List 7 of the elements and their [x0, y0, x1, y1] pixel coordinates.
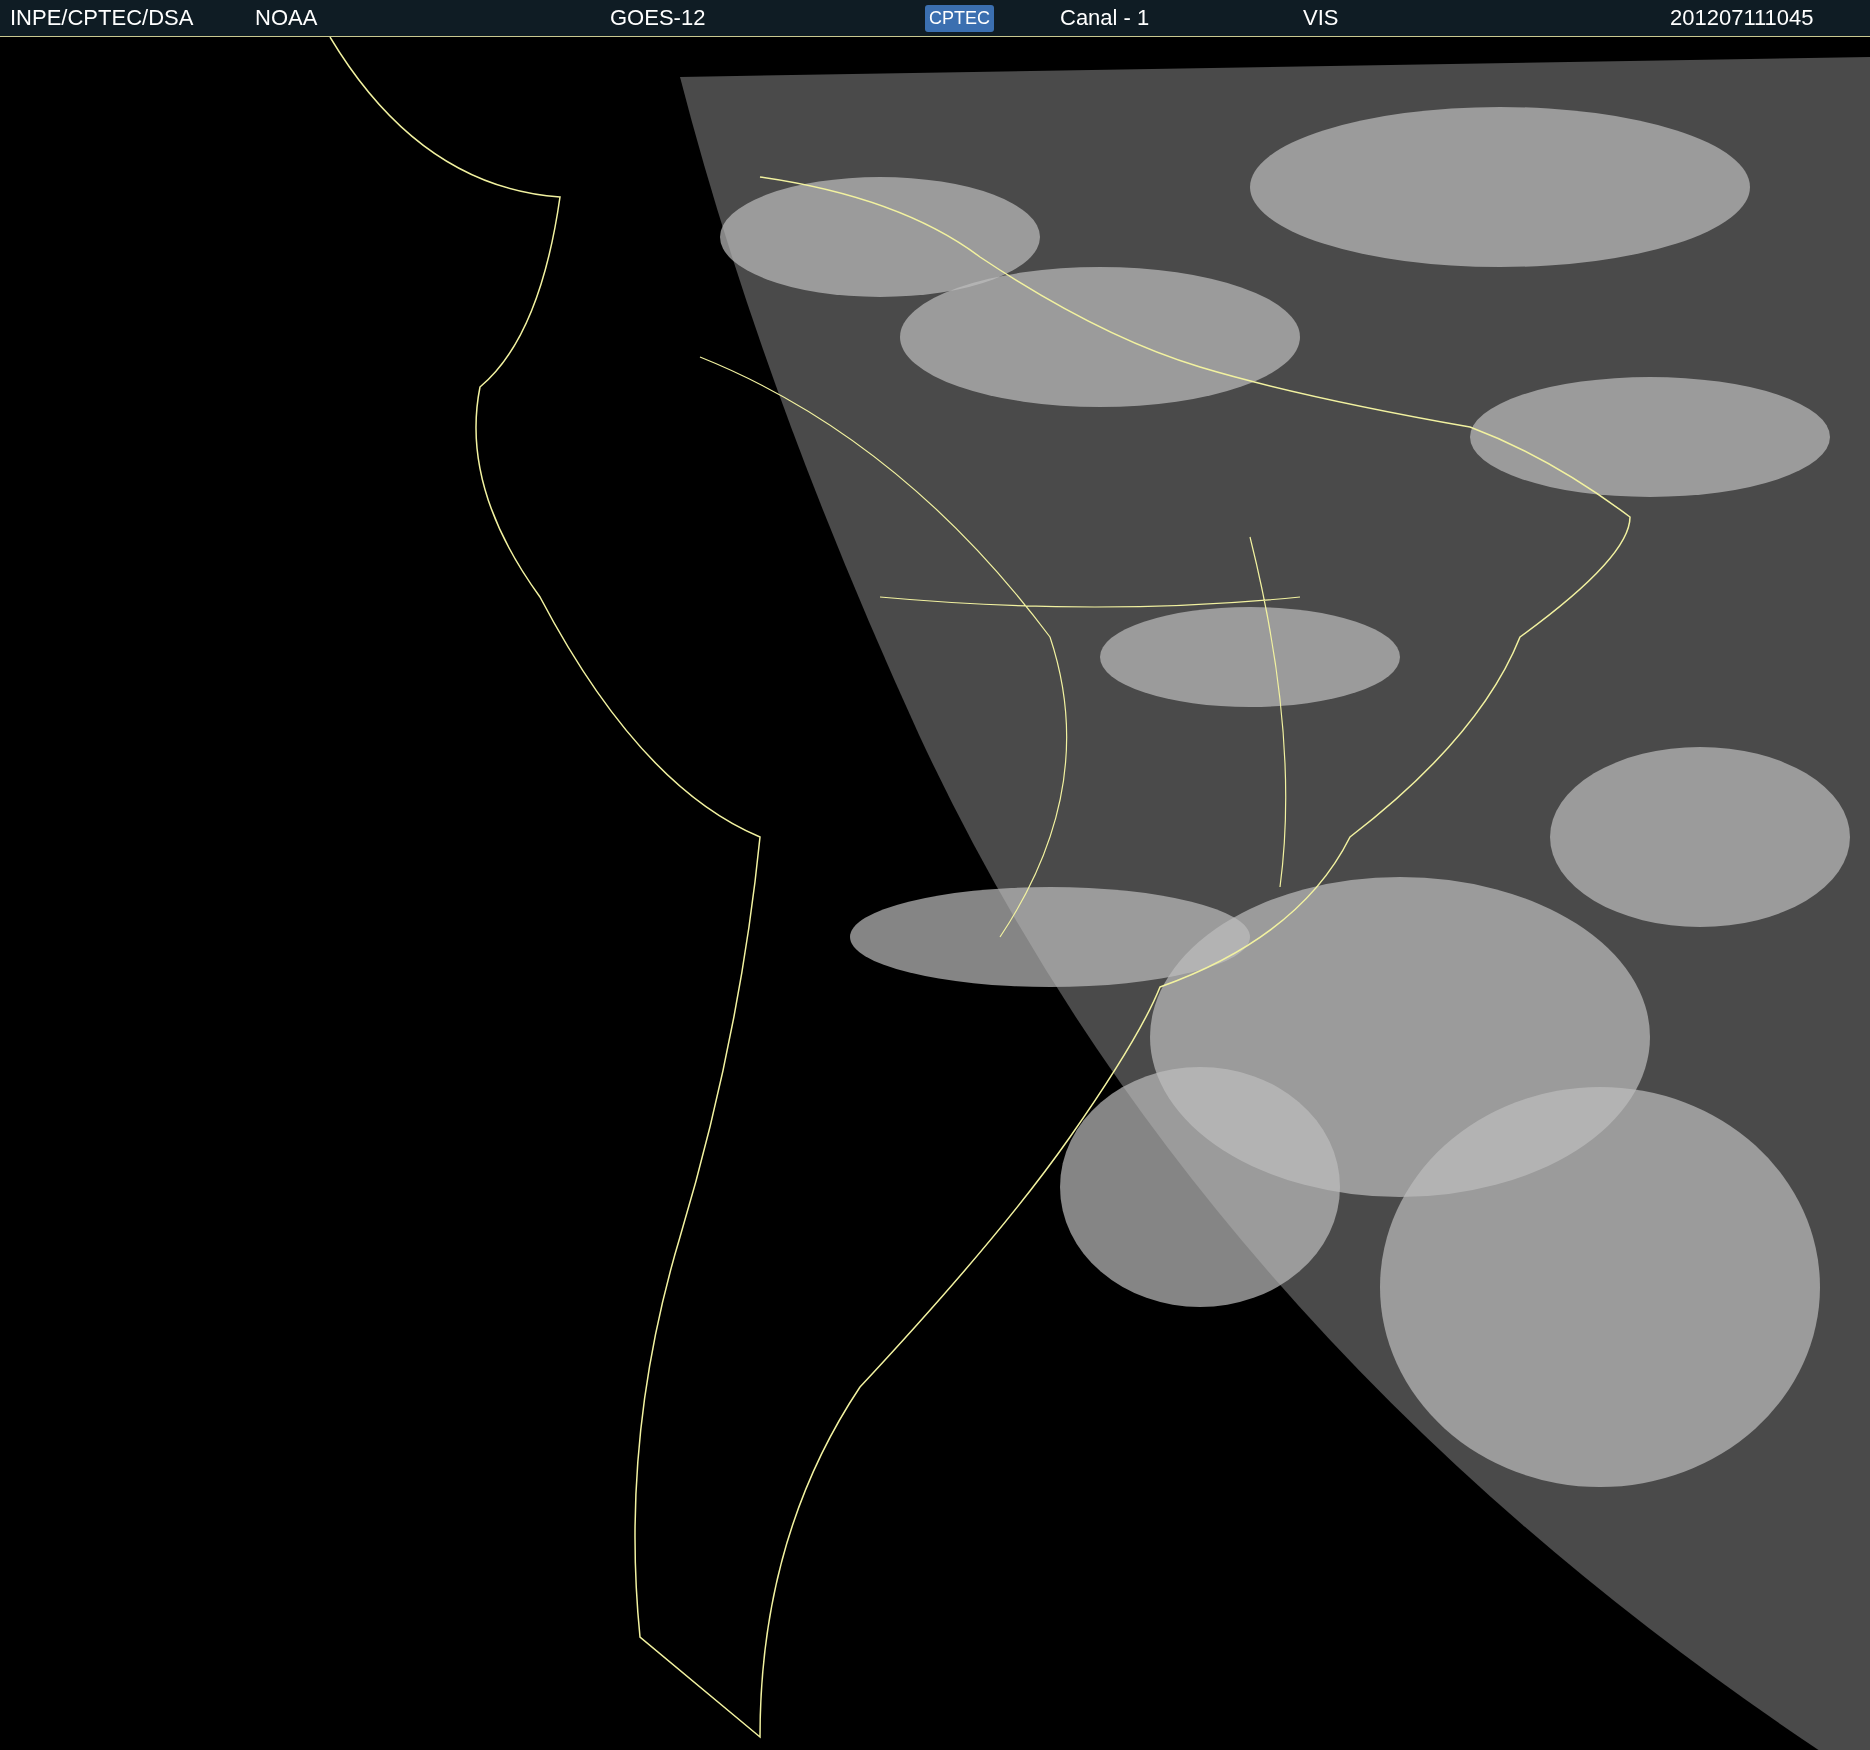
header-label: INPE/CPTEC/DSA [10, 5, 194, 31]
header-label: VIS [1303, 5, 1339, 31]
logo: CPTEC [925, 4, 994, 32]
header-label: 201207111045 [1670, 5, 1814, 31]
header-label: GOES-12 [610, 5, 706, 31]
header-label: Canal - 1 [1060, 5, 1150, 31]
header-label: NOAA [255, 5, 318, 31]
